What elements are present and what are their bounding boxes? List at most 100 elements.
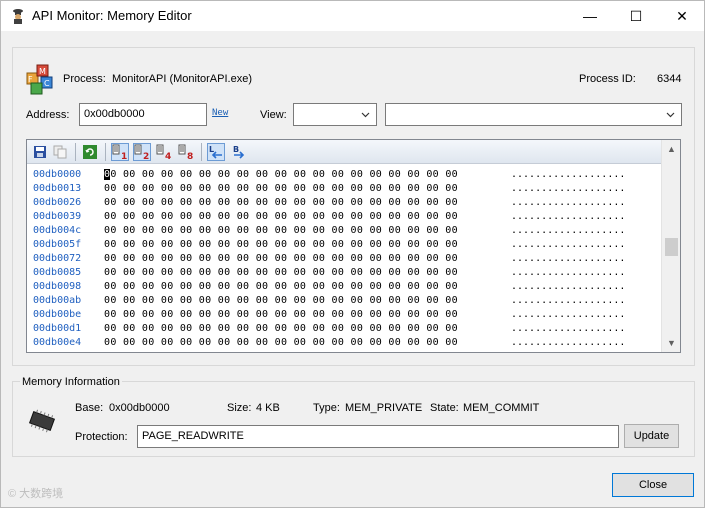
big-endian-icon[interactable]: B: [231, 143, 249, 161]
watermark: © 大数跨境: [8, 488, 64, 500]
hex-row-bytes[interactable]: 00 00 00 00 00 00 00 00 00 00 00 00 00 0…: [104, 337, 458, 348]
state-value: MEM_COMMIT: [463, 402, 540, 414]
hex-row-ascii[interactable]: ...................: [511, 295, 625, 306]
hex-row-address: 00db0013: [33, 183, 82, 194]
save-icon[interactable]: [31, 143, 49, 161]
hex-toolbar: 1 2 4 8 L B: [27, 140, 661, 164]
hex-row-ascii[interactable]: ...................: [511, 267, 625, 278]
hex-row-bytes[interactable]: 00 00 00 00 00 00 00 00 00 00 00 00 00 0…: [104, 295, 458, 306]
toolbar-separator: [105, 143, 106, 161]
base-label: Base:: [75, 402, 104, 414]
hex-row-ascii[interactable]: ...................: [511, 281, 625, 292]
type-value: MEM_PRIVATE: [345, 402, 423, 414]
protection-input[interactable]: PAGE_READWRITE: [137, 425, 619, 448]
little-endian-icon[interactable]: L: [207, 143, 225, 161]
view-combo[interactable]: [293, 103, 377, 126]
hex-row-ascii[interactable]: ...................: [511, 197, 625, 208]
hex-row-bytes[interactable]: 00 00 00 00 00 00 00 00 00 00 00 00 00 0…: [104, 197, 458, 208]
byte-8-icon[interactable]: 8: [177, 143, 195, 161]
close-button[interactable]: Close: [612, 473, 694, 497]
scroll-down-icon[interactable]: ▼: [666, 338, 677, 348]
hex-row-bytes[interactable]: 00 00 00 00 00 00 00 00 00 00 00 00 00 0…: [104, 225, 458, 236]
hex-row-bytes[interactable]: 00 00 00 00 00 00 00 00 00 00 00 00 00 0…: [104, 281, 458, 292]
hex-row-ascii[interactable]: ...................: [511, 183, 625, 194]
hex-row-bytes[interactable]: 00 00 00 00 00 00 00 00 00 00 00 00 00 0…: [104, 183, 458, 194]
size-value: 4 KB: [256, 402, 280, 414]
hex-row-ascii[interactable]: ...................: [511, 309, 625, 320]
title-bar: API Monitor: Memory Editor — ☐ ✕: [1, 1, 704, 31]
svg-text:4: 4: [165, 152, 171, 160]
chevron-down-icon: [666, 112, 675, 118]
process-label: Process:: [63, 73, 106, 85]
svg-text:2: 2: [143, 152, 149, 160]
hex-vertical-scrollbar[interactable]: ▲ ▼: [661, 140, 680, 352]
size-label: Size:: [227, 402, 252, 414]
hex-row-address: 00db00ab: [33, 295, 82, 306]
type-label: Type:: [313, 402, 340, 414]
maximize-button[interactable]: ☐: [613, 1, 659, 31]
state-label: State:: [430, 402, 459, 414]
address-input[interactable]: 0x00db0000: [79, 103, 207, 126]
view-label: View:: [260, 109, 287, 121]
svg-text:M: M: [39, 67, 46, 76]
base-value: 0x00db0000: [109, 402, 170, 414]
process-value: MonitorAPI (MonitorAPI.exe): [112, 73, 252, 85]
hex-row-address: 00db00e4: [33, 337, 82, 348]
hex-row-ascii[interactable]: ...................: [511, 239, 625, 250]
hex-row-bytes[interactable]: 00 00 00 00 00 00 00 00 00 00 00 00 00 0…: [104, 309, 458, 320]
hex-row-ascii[interactable]: ...................: [511, 337, 625, 348]
byte-1-icon[interactable]: 1: [111, 143, 129, 161]
hex-row-bytes[interactable]: 00 00 00 00 00 00 00 00 00 00 00 00 00 0…: [104, 323, 458, 334]
window-title: API Monitor: Memory Editor: [32, 8, 192, 23]
byte-4-icon[interactable]: 4: [155, 143, 173, 161]
scroll-thumb[interactable]: [665, 238, 678, 256]
hex-row-address: 00db004c: [33, 225, 82, 236]
hex-row-bytes[interactable]: 00 00 00 00 00 00 00 00 00 00 00 00 00 0…: [104, 169, 458, 180]
svg-text:B: B: [233, 145, 239, 154]
hex-row-address: 00db0098: [33, 281, 82, 292]
address-label: Address:: [26, 109, 70, 121]
hex-row-address: 00db0026: [33, 197, 82, 208]
hex-row-ascii[interactable]: ...................: [511, 225, 625, 236]
new-link[interactable]: New: [212, 108, 228, 118]
hex-view[interactable]: 1 2 4 8 L B ▲ ▼ 00db0000 00 00 00 00 00 0…: [26, 139, 681, 353]
protection-label: Protection:: [75, 431, 128, 443]
hex-row-bytes[interactable]: 00 00 00 00 00 00 00 00 00 00 00 00 00 0…: [104, 267, 458, 278]
app-icon: [13, 9, 23, 24]
process-id-label: Process ID:: [579, 73, 636, 85]
hex-row-bytes[interactable]: 00 00 00 00 00 00 00 00 00 00 00 00 00 0…: [104, 239, 458, 250]
scroll-up-icon[interactable]: ▲: [666, 144, 677, 154]
toolbar-separator: [201, 143, 202, 161]
svg-text:8: 8: [187, 152, 193, 160]
hex-row-address: 00db00be: [33, 309, 82, 320]
hex-row-address: 00db0000: [33, 169, 82, 180]
update-button[interactable]: Update: [624, 424, 679, 448]
hex-caret: 0: [104, 169, 111, 180]
svg-text:C: C: [44, 79, 50, 88]
svg-text:L: L: [209, 145, 214, 154]
minimize-button[interactable]: —: [567, 1, 613, 31]
hex-row-ascii[interactable]: ...................: [511, 211, 625, 222]
hex-row-ascii[interactable]: ...................: [511, 323, 625, 334]
view-detail-combo[interactable]: [385, 103, 682, 126]
hex-row-address: 00db00d1: [33, 323, 82, 334]
svg-text:1: 1: [121, 152, 127, 160]
copy-icon[interactable]: [51, 143, 69, 161]
process-icon: M F C: [26, 64, 53, 95]
hex-row-address: 00db0085: [33, 267, 82, 278]
hex-row-address: 00db0072: [33, 253, 82, 264]
chevron-down-icon: [361, 112, 370, 118]
memory-chip-icon: [28, 409, 56, 433]
hex-row-address: 00db005f: [33, 239, 82, 250]
close-window-button[interactable]: ✕: [659, 1, 705, 31]
refresh-icon[interactable]: [81, 143, 99, 161]
hex-row-ascii[interactable]: ...................: [511, 253, 625, 264]
hex-row-ascii[interactable]: ...................: [511, 169, 625, 180]
byte-2-icon[interactable]: 2: [133, 143, 151, 161]
hex-row-bytes[interactable]: 00 00 00 00 00 00 00 00 00 00 00 00 00 0…: [104, 253, 458, 264]
process-id-value: 6344: [657, 73, 682, 85]
hex-row-address: 00db0039: [33, 211, 82, 222]
toolbar-separator: [75, 143, 76, 161]
hex-row-bytes[interactable]: 00 00 00 00 00 00 00 00 00 00 00 00 00 0…: [104, 211, 458, 222]
svg-text:F: F: [28, 75, 33, 84]
